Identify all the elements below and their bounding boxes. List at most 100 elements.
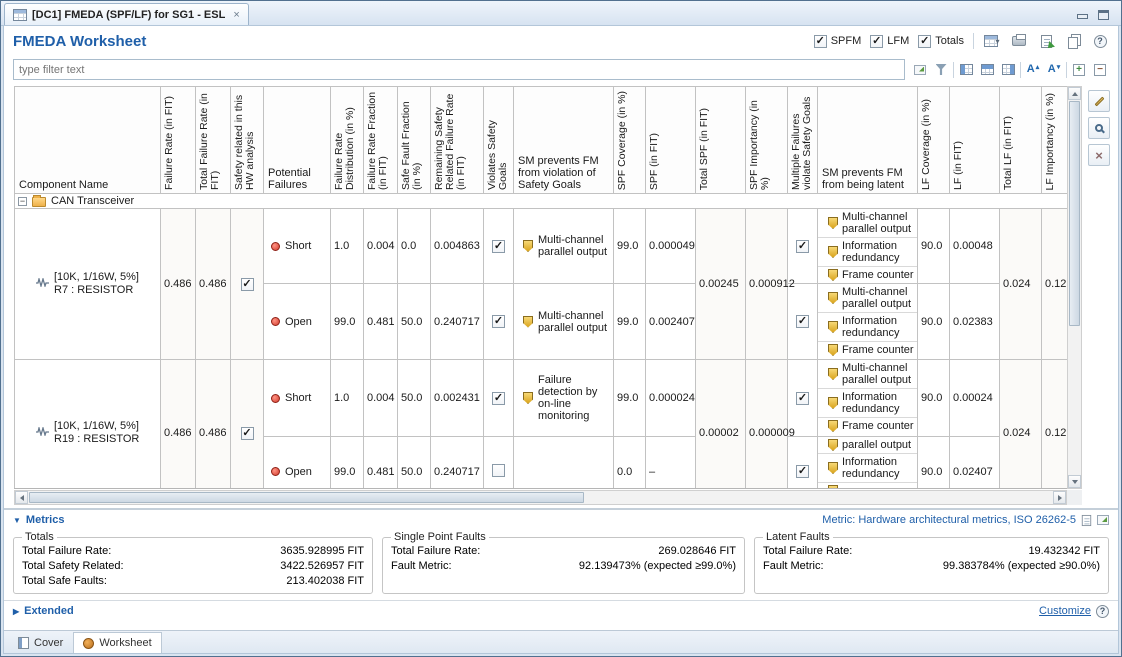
sm-latent-item[interactable]: Information redundancy xyxy=(818,454,917,483)
violates-checkbox[interactable]: ✓ xyxy=(492,315,505,328)
collapse-expander-icon[interactable]: − xyxy=(18,197,27,206)
lf-importancy-cell[interactable]: 0.12 xyxy=(1042,360,1068,490)
sm-latent-item[interactable]: Information redundancy xyxy=(818,313,917,342)
distribution-cell[interactable]: 1.0 xyxy=(331,360,364,437)
sm-latent-cell[interactable]: Multi-channel parallel output Informatio… xyxy=(818,360,918,437)
horizontal-scrollbar[interactable] xyxy=(14,490,1067,505)
potential-failure-cell[interactable]: Short xyxy=(264,360,331,437)
view-right-columns-button[interactable] xyxy=(999,61,1017,79)
spf-cell[interactable]: 0.000024 xyxy=(646,360,696,437)
violates-checkbox[interactable]: ✓ xyxy=(492,240,505,253)
spf-coverage-cell[interactable]: 99.0 xyxy=(614,209,646,284)
fraction-cell[interactable]: 0.004 xyxy=(364,360,398,437)
layout-menu-button[interactable]: ▾ xyxy=(983,32,1001,50)
safe-fault-fraction-cell[interactable]: 50.0 xyxy=(398,360,431,437)
spf-coverage-cell[interactable]: 99.0 xyxy=(614,360,646,437)
show-details-button[interactable] xyxy=(1088,117,1110,139)
sm-violation-cell[interactable]: Failure detection by on-line monitoring xyxy=(514,360,614,437)
total-lf-cell[interactable]: 0.024 xyxy=(1000,209,1042,360)
font-decrease-button[interactable]: A▾ xyxy=(1045,61,1063,79)
open-metric-icon[interactable] xyxy=(1097,515,1109,525)
total-spf-cell[interactable]: 0.00245 xyxy=(696,209,746,360)
lf-cell[interactable]: 0.02407 xyxy=(950,437,1000,490)
col-violates-sg[interactable]: Violates Safety Goals xyxy=(484,87,514,194)
col-sm-latent[interactable]: SM prevents FM from being latent xyxy=(818,87,918,194)
spf-coverage-cell[interactable]: 0.0 xyxy=(614,437,646,490)
sm-violation-cell[interactable] xyxy=(514,437,614,490)
sm-latent-cell[interactable]: parallel output Information redundancy xyxy=(818,437,918,490)
remaining-rate-cell[interactable]: 0.240717 xyxy=(431,284,484,360)
sm-latent-item[interactable]: Frame counter xyxy=(818,418,917,434)
sm-latent-item[interactable]: Multi-channel parallel output xyxy=(818,284,917,313)
component-name-cell[interactable]: [10K, 1/16W, 5%]R7 : RESISTOR xyxy=(15,209,161,360)
group-row[interactable]: − CAN Transceiver xyxy=(15,194,1068,209)
delete-button[interactable]: × xyxy=(1088,144,1110,166)
col-remaining-rate[interactable]: Remaining Safety Related Failure Rate (i… xyxy=(431,87,484,194)
col-failure-rate[interactable]: Failure Rate (in FIT) xyxy=(161,87,196,194)
safety-related-checkbox[interactable]: ✓ xyxy=(241,278,254,291)
distribution-cell[interactable]: 99.0 xyxy=(331,437,364,490)
col-lf-importancy[interactable]: LF Importancy (in %) xyxy=(1042,87,1068,194)
spf-coverage-cell[interactable]: 99.0 xyxy=(614,284,646,360)
col-sm-violation[interactable]: SM prevents FM from violation of Safety … xyxy=(514,87,614,194)
multiple-failures-checkbox[interactable]: ✓ xyxy=(796,240,809,253)
spf-cell[interactable]: 0.002407 xyxy=(646,284,696,360)
remaining-rate-cell[interactable]: 0.002431 xyxy=(431,360,484,437)
extended-section-toggle[interactable]: ▶ Extended xyxy=(13,605,74,617)
lf-coverage-cell[interactable]: 90.0 xyxy=(918,209,950,284)
sm-latent-item[interactable]: parallel output xyxy=(818,437,917,454)
component-name-cell[interactable]: [10K, 1/16W, 5%]R19 : RESISTOR xyxy=(15,360,161,490)
spf-cell[interactable]: 0.000049 xyxy=(646,209,696,284)
sm-violation-cell[interactable]: Multi-channel parallel output xyxy=(514,284,614,360)
print-button[interactable] xyxy=(1010,32,1028,50)
sm-latent-item[interactable]: Information redundancy xyxy=(818,238,917,267)
font-increase-button[interactable]: A▴ xyxy=(1024,61,1042,79)
copy-button[interactable] xyxy=(1064,32,1082,50)
distribution-cell[interactable]: 99.0 xyxy=(331,284,364,360)
total-failure-rate-cell[interactable]: 0.486 xyxy=(196,209,231,360)
vertical-scroll-thumb[interactable] xyxy=(1069,101,1080,326)
remaining-rate-cell[interactable]: 0.240717 xyxy=(431,437,484,490)
potential-failure-cell[interactable]: Open xyxy=(264,284,331,360)
filter-input[interactable] xyxy=(13,59,905,80)
sm-latent-cell[interactable]: Multi-channel parallel output Informatio… xyxy=(818,284,918,360)
lf-cell[interactable]: 0.00024 xyxy=(950,360,1000,437)
remaining-rate-cell[interactable]: 0.004863 xyxy=(431,209,484,284)
spf-importancy-cell[interactable]: 0.000912 xyxy=(746,209,788,360)
export-button[interactable] xyxy=(1037,32,1055,50)
potential-failure-cell[interactable]: Short xyxy=(264,209,331,284)
sm-latent-item[interactable]: Multi-channel parallel output xyxy=(818,209,917,238)
col-total-spf[interactable]: Total SPF (in FIT) xyxy=(696,87,746,194)
col-lf[interactable]: LF (in FIT) xyxy=(950,87,1000,194)
metric-link[interactable]: Metric: Hardware architectural metrics, … xyxy=(822,514,1076,526)
view-all-columns-button[interactable] xyxy=(978,61,996,79)
vertical-scroll-track[interactable] xyxy=(1068,327,1081,475)
tab-cover[interactable]: Cover xyxy=(8,632,73,653)
fraction-cell[interactable]: 0.481 xyxy=(364,437,398,490)
violates-checkbox[interactable]: ✓ xyxy=(492,392,505,405)
sm-latent-cell[interactable]: Multi-channel parallel output Informatio… xyxy=(818,209,918,284)
safety-related-checkbox[interactable]: ✓ xyxy=(241,427,254,440)
col-total-failure-rate[interactable]: Total Failure Rate (in FIT) xyxy=(196,87,231,194)
spfm-checkbox[interactable]: ✓ xyxy=(814,35,827,48)
potential-failure-cell[interactable]: Open xyxy=(264,437,331,490)
sm-latent-item[interactable] xyxy=(818,483,917,489)
sm-latent-item[interactable]: Frame counter xyxy=(818,342,917,358)
tab-worksheet[interactable]: Worksheet xyxy=(73,632,161,653)
failure-rate-cell[interactable]: 0.486 xyxy=(161,360,196,490)
col-component-name[interactable]: Component Name xyxy=(15,87,161,194)
fraction-cell[interactable]: 0.004 xyxy=(364,209,398,284)
lf-coverage-cell[interactable]: 90.0 xyxy=(918,284,950,360)
col-spf-coverage[interactable]: SPF Coverage (in %) xyxy=(614,87,646,194)
customize-link[interactable]: Customize xyxy=(1039,605,1091,617)
total-lf-cell[interactable]: 0.024 xyxy=(1000,360,1042,490)
col-lf-coverage[interactable]: LF Coverage (in %) xyxy=(918,87,950,194)
col-total-lf[interactable]: Total LF (in FIT) xyxy=(1000,87,1042,194)
col-fr-distribution[interactable]: Failure Rate Distribution (in %) xyxy=(331,87,364,194)
sm-violation-cell[interactable]: Multi-channel parallel output xyxy=(514,209,614,284)
multiple-failures-checkbox[interactable]: ✓ xyxy=(796,392,809,405)
open-in-editor-button[interactable] xyxy=(911,61,929,79)
scroll-right-button[interactable] xyxy=(1053,491,1066,504)
spf-importancy-cell[interactable]: 0.000009 xyxy=(746,360,788,490)
scroll-down-button[interactable] xyxy=(1068,475,1081,488)
